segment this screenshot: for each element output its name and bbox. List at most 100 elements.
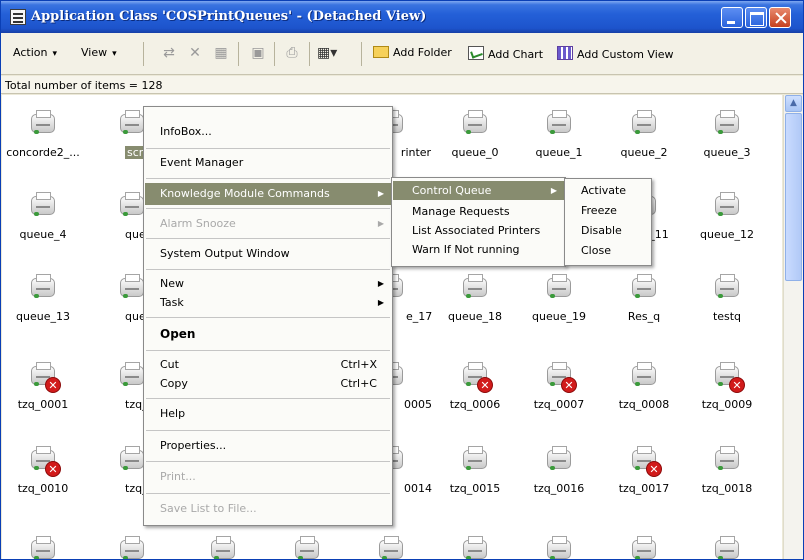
menu-item-manage-requests[interactable]: Manage Requests bbox=[393, 202, 564, 221]
print-icon[interactable]: ⎙ bbox=[282, 43, 302, 63]
menu-item-activate[interactable]: Activate bbox=[566, 181, 650, 200]
menu-item-freeze[interactable]: Freeze bbox=[566, 201, 650, 220]
printer-icon bbox=[629, 535, 659, 559]
list-item[interactable]: queue_18 bbox=[434, 273, 516, 323]
menu-item-km-commands[interactable]: Knowledge Module Commands ▶ bbox=[145, 183, 391, 205]
list-item[interactable]: scre bbox=[97, 109, 152, 159]
action-menu[interactable]: Action bbox=[13, 46, 57, 59]
view-menu[interactable]: View bbox=[81, 46, 117, 59]
list-item[interactable]: tzq_ bbox=[97, 361, 148, 411]
list-item[interactable]: queue_2 bbox=[603, 109, 685, 159]
menu-item-control-queue[interactable]: Control Queue ▶ bbox=[393, 181, 564, 200]
list-item[interactable]: tzq_0008 bbox=[603, 361, 685, 411]
list-item[interactable] bbox=[182, 535, 264, 559]
list-item[interactable]: ✕ tzq_0006 bbox=[434, 361, 516, 411]
properties-icon[interactable]: ▦ bbox=[211, 43, 231, 63]
title-bar[interactable]: Application Class 'COSPrintQueues' - (De… bbox=[1, 1, 803, 33]
menu-item-cut[interactable]: Cut Ctrl+X bbox=[145, 355, 391, 374]
printer-icon bbox=[712, 535, 742, 559]
menu-separator bbox=[146, 269, 390, 270]
control-queue-submenu: Activate Freeze Disable Close bbox=[564, 178, 652, 266]
list-item[interactable]: tzq_0018 bbox=[686, 445, 768, 495]
submenu-arrow-icon: ▶ bbox=[550, 186, 557, 195]
menu-separator bbox=[146, 398, 390, 399]
delete-icon[interactable]: ✕ bbox=[185, 43, 205, 63]
list-item[interactable] bbox=[266, 535, 348, 559]
list-item[interactable]: queue_4 bbox=[2, 191, 84, 241]
list-item[interactable]: ✕ tzq_0010 bbox=[2, 445, 84, 495]
close-button[interactable] bbox=[769, 7, 791, 28]
list-item[interactable]: ✕ tzq_0009 bbox=[686, 361, 768, 411]
list-item[interactable]: queue_13 bbox=[2, 273, 84, 323]
item-label: tzq_0008 bbox=[618, 398, 670, 411]
menu-item-event-manager[interactable]: Event Manager bbox=[145, 152, 391, 174]
list-item[interactable]: ✕ tzq_0017 bbox=[603, 445, 685, 495]
menu-item-label: Properties... bbox=[160, 439, 227, 452]
menu-item-label: Alarm Snooze bbox=[160, 217, 236, 230]
add-chart-button[interactable]: Add Chart bbox=[468, 46, 543, 61]
list-item[interactable]: queue_3 bbox=[686, 109, 768, 159]
chart-icon bbox=[468, 46, 484, 60]
list-item[interactable]: Res_q bbox=[603, 273, 685, 323]
menu-item-alarm-snooze[interactable]: Alarm Snooze ▶ bbox=[145, 213, 391, 235]
list-item[interactable]: queue_1 bbox=[518, 109, 600, 159]
columns-icon[interactable]: ⇄ bbox=[159, 43, 179, 63]
printer-icon: ✕ bbox=[712, 361, 745, 393]
toolbar-separator bbox=[143, 42, 144, 66]
list-item[interactable]: tzq_0015 bbox=[434, 445, 516, 495]
menu-item-label: Activate bbox=[581, 184, 627, 197]
list-item[interactable]: queue_19 bbox=[518, 273, 600, 323]
item-label: 0005 bbox=[404, 398, 432, 411]
printer-icon: ✕ bbox=[28, 445, 61, 477]
menu-item-help[interactable]: Help bbox=[145, 403, 391, 425]
menu-item-list-printers[interactable]: List Associated Printers bbox=[393, 221, 564, 240]
list-item[interactable]: tzq_ bbox=[97, 445, 148, 495]
menu-item-open[interactable]: Open bbox=[145, 323, 391, 345]
list-item[interactable]: queu bbox=[97, 273, 153, 323]
menu-item-infobox[interactable]: InfoBox... bbox=[145, 121, 391, 143]
error-icon: ✕ bbox=[729, 377, 745, 393]
menu-item-system-output[interactable]: System Output Window bbox=[145, 243, 391, 265]
list-item[interactable]: queu bbox=[97, 191, 153, 241]
vertical-scrollbar[interactable]: ▲ bbox=[783, 95, 803, 559]
list-item[interactable] bbox=[97, 535, 144, 559]
list-item[interactable]: tzq_0016 bbox=[518, 445, 600, 495]
menu-item-properties[interactable]: Properties... bbox=[145, 435, 391, 457]
item-label: queue_18 bbox=[448, 310, 502, 323]
list-item[interactable]: queue_0 bbox=[434, 109, 516, 159]
list-item[interactable]: testq bbox=[686, 273, 768, 323]
list-item[interactable] bbox=[350, 535, 432, 559]
list-item[interactable]: ✕ tzq_0001 bbox=[2, 361, 84, 411]
list-item[interactable]: concorde2_... bbox=[2, 109, 84, 159]
menu-item-close[interactable]: Close bbox=[566, 241, 650, 260]
list-item[interactable] bbox=[518, 535, 600, 559]
add-custom-view-button[interactable]: Add Custom View bbox=[557, 46, 674, 61]
list-item[interactable] bbox=[434, 535, 516, 559]
add-folder-button[interactable]: Add Folder bbox=[373, 46, 452, 59]
list-item[interactable]: ✕ tzq_0007 bbox=[518, 361, 600, 411]
maximize-button[interactable] bbox=[745, 7, 767, 28]
menu-item-warn-not-running[interactable]: Warn If Not running bbox=[393, 240, 564, 259]
minimize-button[interactable] bbox=[721, 7, 743, 28]
printer-icon bbox=[712, 109, 742, 139]
menu-item-task[interactable]: Task ▶ bbox=[145, 293, 391, 312]
scroll-up-arrow-icon[interactable]: ▲ bbox=[785, 95, 802, 112]
item-label: tzq_0009 bbox=[701, 398, 753, 411]
menu-item-label: Open bbox=[160, 327, 196, 341]
view-mode-icon[interactable]: ▦▾ bbox=[317, 43, 337, 63]
submenu-arrow-icon: ▶ bbox=[377, 219, 384, 228]
submenu-arrow-icon: ▶ bbox=[377, 189, 384, 198]
list-item[interactable] bbox=[686, 535, 768, 559]
menu-item-new[interactable]: New ▶ bbox=[145, 274, 391, 293]
menu-separator bbox=[146, 430, 390, 431]
menu-item-copy[interactable]: Copy Ctrl+C bbox=[145, 374, 391, 393]
save-icon[interactable]: ▣ bbox=[248, 43, 268, 63]
item-label: tzq_0017 bbox=[618, 482, 670, 495]
menu-item-save-list[interactable]: Save List to File... bbox=[145, 498, 391, 520]
list-item[interactable] bbox=[603, 535, 685, 559]
scrollbar-thumb[interactable] bbox=[785, 113, 802, 281]
list-item[interactable] bbox=[2, 535, 84, 559]
list-item[interactable]: queue_12 bbox=[686, 191, 768, 241]
menu-item-print[interactable]: Print... bbox=[145, 466, 391, 488]
menu-item-disable[interactable]: Disable bbox=[566, 221, 650, 240]
